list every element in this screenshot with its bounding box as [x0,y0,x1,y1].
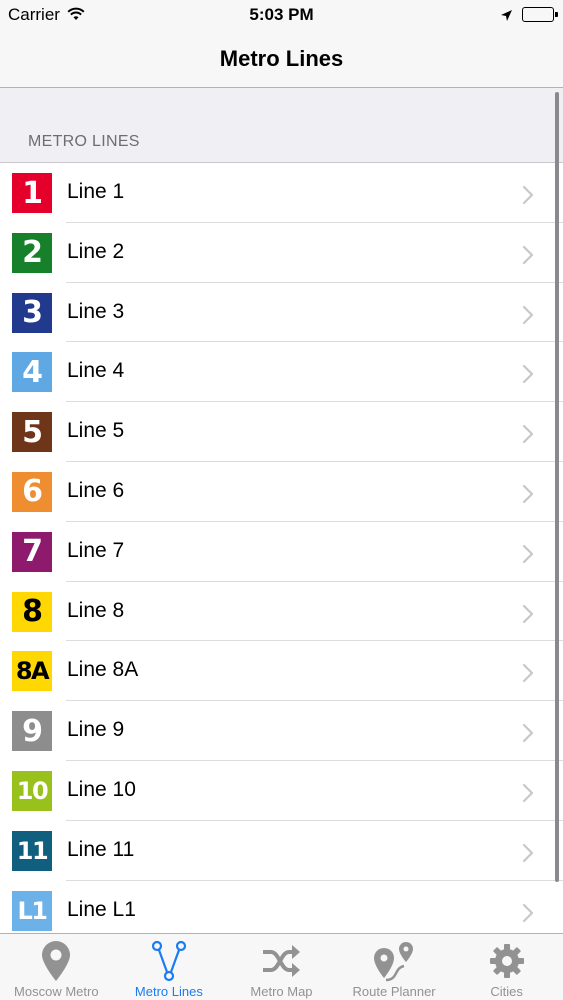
line-badge-icon: 10 [12,770,52,811]
line-label: Line 8A [67,658,139,682]
line-row[interactable]: 4 Line 4 [0,342,563,403]
route-planner-icon [372,940,416,985]
line-badge-icon: 4 [12,352,52,393]
tab-bar: Moscow Metro Metro Lines Metro Map Route Pl… [0,933,563,1000]
tab-label: Metro Lines [134,984,203,999]
tab-metro-map[interactable]: Metro Map [225,934,338,1000]
chevron-right-icon [522,544,534,569]
chevron-right-icon [522,723,534,748]
line-label: Line 5 [67,419,125,443]
line-label: Line 8 [67,598,125,622]
line-row[interactable]: 1 Line 1 [0,163,563,223]
gear-icon [489,940,525,985]
line-row[interactable]: 7 Line 7 [0,521,563,582]
chevron-right-icon [522,305,534,330]
tab-moscow-metro[interactable]: Moscow Metro [0,934,113,1000]
line-label: Line 1 [67,180,125,203]
tab-label: Cities [490,984,523,999]
chevron-right-icon [522,185,534,210]
branch-lines-icon [151,940,187,985]
line-row[interactable]: 6 Line 6 [0,461,563,522]
line-row[interactable]: 5 Line 5 [0,402,563,462]
line-row[interactable]: 10 Line 10 [0,760,563,821]
metro-lines-list: 1 Line 1 2 Line 2 3 Line 3 4 Line 4 5 Line 5 6 Line… [0,162,563,933]
line-label: Line 6 [67,478,125,502]
chevron-right-icon [522,245,534,270]
line-label: Line 4 [67,359,125,383]
navigation-bar: Metro Lines [0,30,563,88]
line-row[interactable]: 2 Line 2 [0,222,563,283]
line-badge-icon: 7 [12,531,52,572]
section-header: METRO LINES [28,133,140,150]
line-label: Line 10 [67,777,136,801]
line-row[interactable]: 11 Line 11 [0,820,563,881]
location-arrow-icon [500,7,513,27]
line-row[interactable]: 9 Line 9 [0,701,563,761]
shuffle-icon [261,940,301,985]
line-label: Line 2 [67,239,125,263]
line-label: Line 7 [67,538,125,562]
line-row[interactable]: 3 Line 3 [0,282,563,343]
line-badge-icon: 1 [12,173,52,213]
line-label: Line 9 [67,718,125,742]
metro-lines-table[interactable]: METRO LINES 1 Line 1 2 Line 2 3 Line 3 4 Line 4… [0,88,563,933]
line-label: Line L1 [67,897,136,921]
map-pin-icon [39,940,73,985]
battery-icon [522,7,558,22]
line-badge-icon: 8A [12,651,52,692]
chevron-right-icon [522,604,534,629]
chevron-right-icon [522,364,534,389]
tab-cities[interactable]: Cities [450,934,563,1000]
line-badge-icon: 9 [12,711,52,752]
line-label: Line 11 [67,837,135,861]
page-title: Metro Lines [219,45,344,71]
status-time: 5:03 PM [249,5,314,24]
chevron-right-icon [522,484,534,509]
scrollbar[interactable] [555,92,559,882]
chevron-right-icon [522,903,534,928]
line-badge-icon: 11 [12,830,52,871]
status-bar: Carrier 5:03 PM [0,0,563,30]
line-badge-icon: 6 [12,471,52,512]
chevron-right-icon [522,843,534,868]
tab-label: Metro Map [250,984,313,999]
line-badge-icon: 8 [12,591,52,632]
line-row[interactable]: 8A Line 8A [0,641,563,702]
tab-metro-lines[interactable]: Metro Lines [113,934,226,1000]
line-row[interactable]: 8 Line 8 [0,581,563,642]
line-badge-icon: 3 [12,292,52,333]
line-badge-icon: L1 [12,890,52,931]
tab-label: Moscow Metro [14,984,99,999]
chevron-right-icon [522,424,534,449]
line-badge-icon: 5 [12,412,52,453]
line-badge-icon: 2 [12,232,52,273]
line-label: Line 3 [67,299,125,323]
line-row[interactable]: L1 Line L1 [0,880,563,933]
tab-label: Route Planner [352,984,436,999]
tab-route-planner[interactable]: Route Planner [338,934,451,1000]
chevron-right-icon [522,783,534,808]
chevron-right-icon [522,663,534,688]
